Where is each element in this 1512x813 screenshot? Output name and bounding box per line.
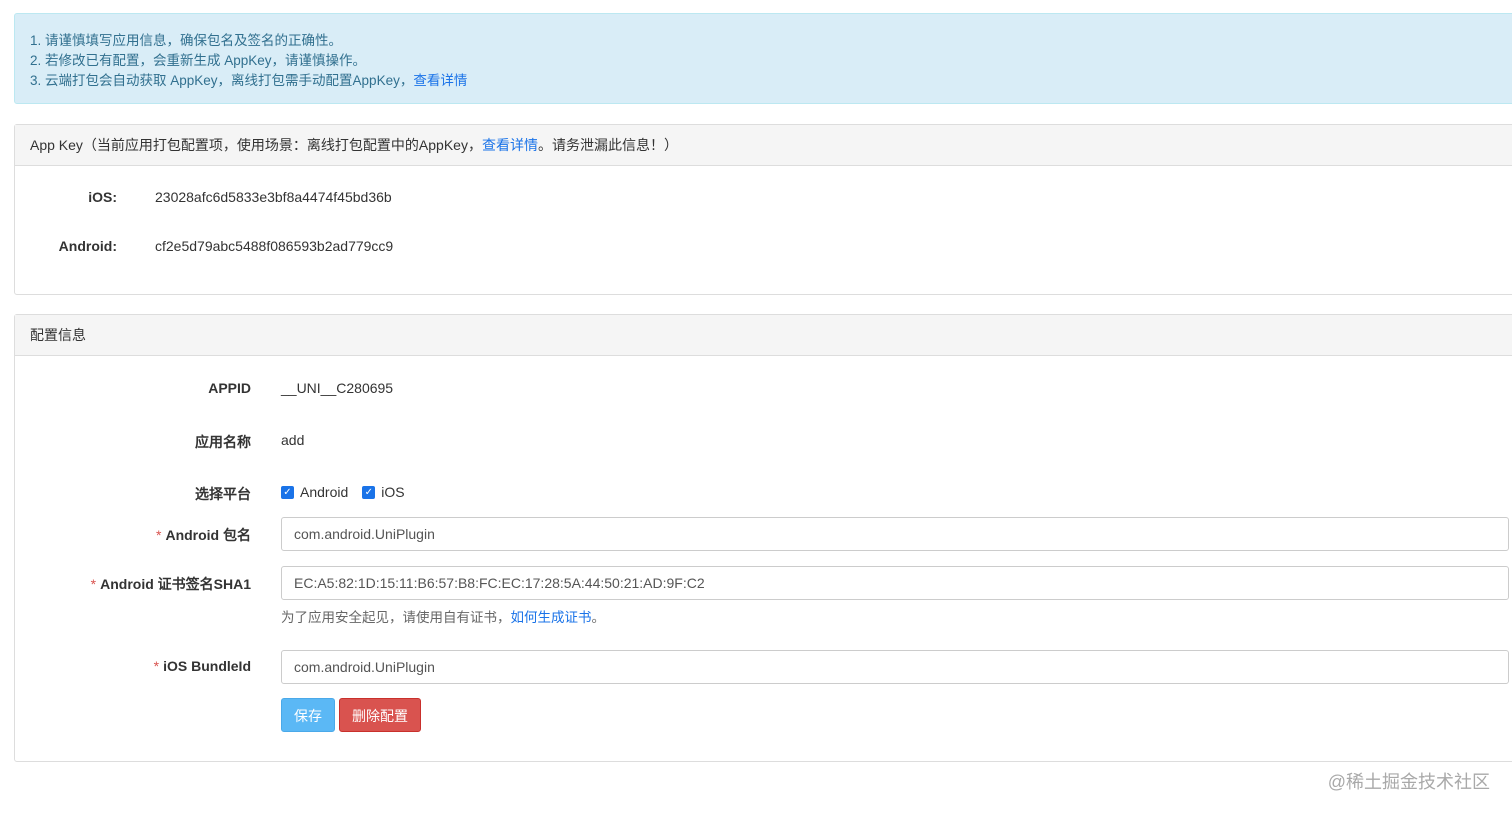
android-sha1-label-text: Android 证书签名SHA1 [100, 576, 251, 592]
ios-appkey-value: 23028afc6d5833e3bf8a4474f45bd36b [155, 189, 392, 205]
hint-text: 为了应用安全起见，请使用自有证书， [281, 610, 511, 625]
android-checkbox[interactable]: ✓ [281, 485, 294, 499]
info-notice: 1. 请谨慎填写应用信息，确保包名及签名的正确性。 2. 若修改已有配置，会重新… [14, 13, 1512, 104]
watermark: @稀土掘金技术社区 [1327, 772, 1490, 792]
ios-bundleid-input[interactable]: com.android.UniPlugin [281, 650, 1509, 684]
required-mark: * [153, 658, 160, 674]
android-package-input[interactable]: com.android.UniPlugin [281, 517, 1509, 551]
android-package-label: * Android 包名 [15, 525, 251, 545]
page: 1. 请谨慎填写应用信息，确保包名及签名的正确性。 2. 若修改已有配置，会重新… [0, 0, 1512, 813]
ios-bundleid-label-text: iOS BundleId [163, 658, 251, 674]
generate-certificate-link[interactable]: 如何生成证书 [511, 610, 592, 625]
appkey-heading-prefix: App Key（当前应用打包配置项，使用场景：离线打包配置中的AppKey， [30, 137, 482, 153]
config-panel-heading: 配置信息 [15, 315, 1512, 356]
certificate-hint: 为了应用安全起见，请使用自有证书，如何生成证书。 [281, 606, 605, 626]
android-appkey-value: cf2e5d79abc5488f086593b2ad779cc9 [155, 238, 394, 254]
android-sha1-label: * Android 证书签名SHA1 [15, 574, 251, 594]
notice-details-link[interactable]: 查看详情 [413, 73, 467, 88]
save-button[interactable]: 保存 [281, 698, 335, 732]
required-mark: * [156, 527, 162, 543]
platform-checkboxes: ✓ Android ✓ iOS [281, 484, 419, 500]
platform-label: 选择平台 [195, 486, 251, 502]
appname-value: add [281, 432, 305, 448]
notice-line-3-text: 3. 云端打包会自动获取 AppKey，离线打包需手动配置AppKey， [30, 73, 414, 88]
ios-bundleid-label: * iOS BundleId [15, 658, 251, 674]
appkey-heading-suffix: 。请务泄漏此信息！） [537, 137, 678, 153]
ios-appkey-label: iOS: [88, 189, 117, 205]
appkey-panel-heading: App Key（当前应用打包配置项，使用场景：离线打包配置中的AppKey，查看… [15, 125, 1512, 166]
hint-suffix: 。 [591, 610, 606, 625]
ios-checkbox-label[interactable]: iOS [381, 484, 404, 500]
android-checkbox-label[interactable]: Android [300, 484, 348, 500]
required-mark: * [90, 576, 97, 592]
appname-label: 应用名称 [195, 434, 251, 450]
android-appkey-label: Android: [58, 238, 117, 254]
appid-value: __UNI__C280695 [281, 380, 394, 396]
delete-config-button[interactable]: 删除配置 [339, 698, 421, 732]
appid-label: APPID [208, 380, 251, 396]
android-sha1-input[interactable]: EC:A5:82:1D:15:11:B6:57:B8:FC:EC:17:28:5… [281, 566, 1509, 600]
notice-line-1: 1. 请谨慎填写应用信息，确保包名及签名的正确性。 [30, 33, 343, 48]
appkey-panel: App Key（当前应用打包配置项，使用场景：离线打包配置中的AppKey，查看… [14, 124, 1512, 295]
notice-line-3: 3. 云端打包会自动获取 AppKey，离线打包需手动配置AppKey，查看详情 [30, 71, 1508, 91]
ios-checkbox[interactable]: ✓ [362, 485, 376, 499]
notice-line-2: 2. 若修改已有配置，会重新生成 AppKey，请谨慎操作。 [30, 53, 367, 68]
config-panel: 配置信息 APPID __UNI__C280695 应用名称 add 选择平台 … [14, 314, 1512, 762]
android-package-label-text: Android 包名 [165, 527, 251, 543]
appkey-details-link[interactable]: 查看详情 [482, 137, 538, 153]
